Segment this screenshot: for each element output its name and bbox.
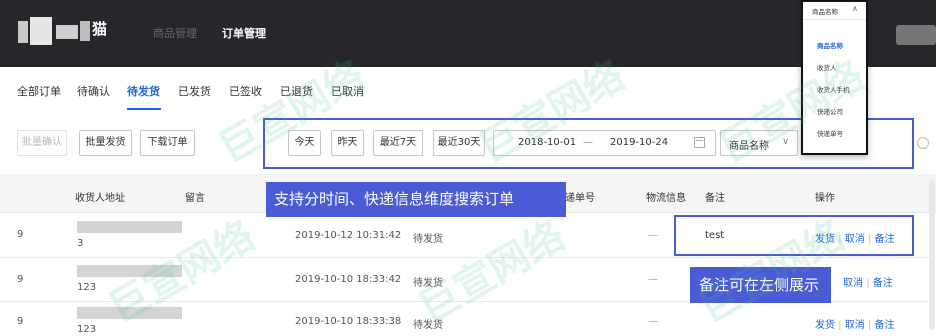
- row3-address: 123: [77, 324, 97, 335]
- nav-goods-management[interactable]: 商品管理: [153, 25, 197, 41]
- dropdown-option-tracking-number[interactable]: 快递单号: [817, 128, 843, 138]
- row2-address: 123: [77, 282, 97, 293]
- date-end[interactable]: 2019-10-24: [610, 137, 668, 148]
- row3-time: 2019-10-10 18:33:38: [295, 316, 402, 327]
- blurred-logo: [18, 17, 92, 45]
- watermark-text: 巨宣网络: [411, 212, 573, 333]
- date-separator: —: [583, 137, 593, 148]
- batch-confirm-button[interactable]: 批量确认: [17, 130, 67, 156]
- filter-yesterday-button[interactable]: 昨天: [331, 130, 364, 156]
- row2-time: 2019-10-10 18:33:42: [295, 274, 402, 285]
- row3-actions: 发货 | 取消 | 备注: [815, 316, 895, 331]
- nav-order-management[interactable]: 订单管理: [222, 25, 266, 41]
- column-header-actions: 操作: [815, 193, 835, 204]
- search-icon[interactable]: [917, 137, 929, 149]
- row3-remark-link[interactable]: 备注: [875, 320, 895, 331]
- batch-ship-button[interactable]: 批量发货: [79, 130, 132, 156]
- column-header-remark: 备注: [705, 193, 725, 204]
- row2-actions: 取消 | 备注: [843, 274, 893, 289]
- row2-id: 9: [17, 274, 24, 285]
- logo-text: 猫: [92, 20, 108, 38]
- row1-time: 2019-10-12 10:31:42: [295, 230, 402, 241]
- row3-action-separator: |: [867, 320, 872, 331]
- tab-pending-ship[interactable]: 待发货: [127, 83, 160, 99]
- row3-id: 9: [17, 316, 24, 327]
- row3-logistics: —: [648, 316, 658, 327]
- row3-ship-link[interactable]: 发货: [815, 320, 835, 331]
- row2-logistics: —: [648, 274, 658, 285]
- row3-action-separator: |: [838, 320, 842, 331]
- chevron-up-icon: ∧: [852, 4, 858, 13]
- download-orders-button[interactable]: 下载订单: [140, 130, 195, 156]
- column-header-tracking-number: 递单号: [565, 193, 595, 204]
- column-header-message: 留言: [185, 193, 205, 204]
- tab-pending-confirm[interactable]: 待确认: [77, 83, 110, 99]
- row3-cancel-link[interactable]: 取消: [845, 320, 865, 331]
- top-navigation-bar: 猫 商品管理 订单管理: [0, 0, 936, 67]
- active-tab-indicator: [127, 108, 161, 110]
- calendar-icon[interactable]: [694, 137, 705, 148]
- vertical-scrollbar[interactable]: [929, 180, 935, 330]
- dropdown-header[interactable]: 商品名称 ∧: [803, 2, 866, 20]
- row2-cancel-link[interactable]: 取消: [843, 278, 863, 289]
- row1-status: 待发货: [413, 234, 443, 245]
- tab-shipped[interactable]: 已发货: [178, 83, 211, 99]
- row1-address: 3: [77, 238, 84, 249]
- column-header-address: 收货人地址: [75, 193, 125, 204]
- column-header-logistics: 物流信息: [646, 193, 686, 204]
- row2-remark-link[interactable]: 备注: [873, 278, 893, 289]
- filter-7days-button[interactable]: 最近7天: [373, 130, 423, 156]
- row1-id: 9: [17, 229, 24, 240]
- row2-action-separator: |: [866, 278, 870, 289]
- tab-all-orders[interactable]: 全部订单: [17, 83, 61, 99]
- user-avatar[interactable]: [896, 25, 936, 45]
- dropdown-current-value: 商品名称: [812, 8, 838, 16]
- search-tip-callout: 支持分时间、快递信息维度搜索订单: [266, 182, 566, 217]
- row1-logistics: —: [648, 230, 658, 241]
- row1-address-blurred: [77, 221, 182, 233]
- order-management-page: 猫 商品管理 订单管理 全部订单 待确认 待发货 已发货 已签收 已退货 已取消…: [0, 0, 936, 336]
